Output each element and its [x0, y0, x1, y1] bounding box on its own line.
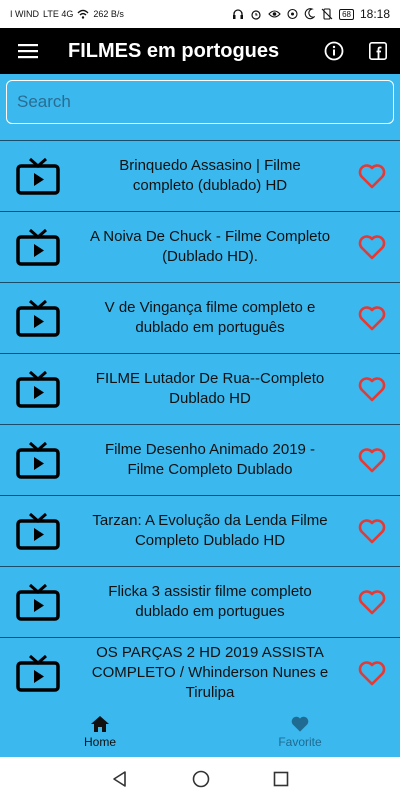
network-speed: 262 B/s — [93, 9, 124, 19]
hamburger-icon — [18, 44, 38, 59]
moon-icon — [304, 8, 316, 20]
favorite-button[interactable] — [344, 163, 400, 189]
network-type: LTE 4G — [43, 9, 74, 19]
status-bar: I WIND LTE 4G 262 B/s 68 18:18 — [0, 0, 400, 28]
tv-icon — [16, 583, 60, 621]
favorite-button[interactable] — [344, 376, 400, 402]
app-bar: FILMES em portogues — [0, 28, 400, 74]
heart-icon — [358, 590, 386, 615]
tv-icon — [16, 441, 60, 479]
status-right: 68 18:18 — [232, 7, 390, 21]
favorite-button[interactable] — [344, 305, 400, 331]
list-item[interactable]: OS PARÇAS 2 HD 2019 ASSISTA COMPLETO / W… — [0, 638, 400, 707]
movie-title: OS PARÇAS 2 HD 2019 ASSISTA COMPLETO / W… — [91, 644, 329, 701]
battery-indicator: 68 — [339, 8, 354, 20]
home-circle-icon[interactable] — [192, 770, 210, 788]
eye-icon — [268, 10, 281, 18]
tv-icon — [16, 654, 60, 692]
location-icon — [287, 8, 298, 20]
status-left: I WIND LTE 4G 262 B/s — [10, 9, 124, 19]
nav-favorite-label: Favorite — [278, 735, 322, 749]
search-box[interactable] — [6, 80, 394, 124]
info-button[interactable] — [312, 28, 356, 74]
list-item[interactable]: FILME Lutador De Rua--Completo Dublado H… — [0, 354, 400, 425]
favorite-button[interactable] — [344, 518, 400, 544]
tv-icon — [16, 157, 60, 195]
headphones-icon — [233, 9, 244, 19]
bottom-nav: Home Favorite — [0, 707, 400, 757]
movie-title: Tarzan: A Evolução da Lenda Filme Comple… — [92, 512, 328, 549]
clock: 18:18 — [359, 7, 390, 21]
movie-list[interactable]: Brinquedo Assasino | Filme completo (dub… — [0, 140, 400, 707]
wifi-icon — [77, 9, 89, 19]
favorite-button[interactable] — [344, 660, 400, 686]
list-item[interactable]: V de Vingança filme completo e dublado e… — [0, 283, 400, 354]
list-item[interactable]: Filme Desenho Animado 2019 - Filme Compl… — [0, 425, 400, 496]
list-item[interactable]: Flicka 3 assistir filme completo dublado… — [0, 567, 400, 638]
heart-icon — [358, 519, 386, 544]
list-item[interactable]: A Noiva De Chuck - Filme Completo (Dubla… — [0, 212, 400, 283]
alarm-icon — [251, 10, 261, 20]
movie-title: V de Vingança filme completo e dublado e… — [104, 299, 316, 336]
search-input[interactable] — [17, 92, 383, 112]
favorite-button[interactable] — [344, 234, 400, 260]
tv-icon — [16, 512, 60, 550]
movie-title: Flicka 3 assistir filme completo dublado… — [108, 583, 312, 620]
info-icon — [324, 41, 344, 61]
heart-icon — [358, 448, 386, 473]
heart-filled-icon — [291, 716, 309, 732]
vibrate-off-icon — [321, 8, 333, 20]
nav-favorite[interactable]: Favorite — [200, 707, 400, 757]
carrier-label: I WIND — [10, 9, 39, 19]
heart-icon — [358, 235, 386, 260]
heart-icon — [358, 377, 386, 402]
nav-home-label: Home — [83, 735, 116, 749]
home-icon — [91, 716, 109, 732]
list-item[interactable]: Tarzan: A Evolução da Lenda Filme Comple… — [0, 496, 400, 567]
facebook-button[interactable] — [356, 28, 400, 74]
tv-icon — [16, 228, 60, 266]
tv-icon — [16, 370, 60, 408]
list-item[interactable]: Brinquedo Assasino | Filme completo (dub… — [0, 141, 400, 212]
heart-icon — [358, 661, 386, 686]
nav-home[interactable]: Home — [0, 707, 200, 757]
favorite-button[interactable] — [344, 589, 400, 615]
recents-icon[interactable] — [273, 771, 289, 787]
system-nav-bar — [0, 757, 400, 800]
back-icon[interactable] — [111, 770, 129, 788]
app-title: FILMES em portogues — [68, 39, 280, 62]
movie-title: FILME Lutador De Rua--Completo Dublado H… — [95, 370, 325, 407]
movie-title: A Noiva De Chuck - Filme Completo (Dubla… — [89, 228, 331, 265]
menu-button[interactable] — [0, 28, 56, 74]
heart-icon — [358, 306, 386, 331]
movie-title: Filme Desenho Animado 2019 - Filme Compl… — [104, 441, 316, 478]
tv-icon — [16, 299, 60, 337]
favorite-button[interactable] — [344, 447, 400, 473]
movie-title: Brinquedo Assasino | Filme completo (dub… — [119, 157, 301, 194]
heart-icon — [358, 164, 386, 189]
facebook-icon — [369, 42, 387, 60]
